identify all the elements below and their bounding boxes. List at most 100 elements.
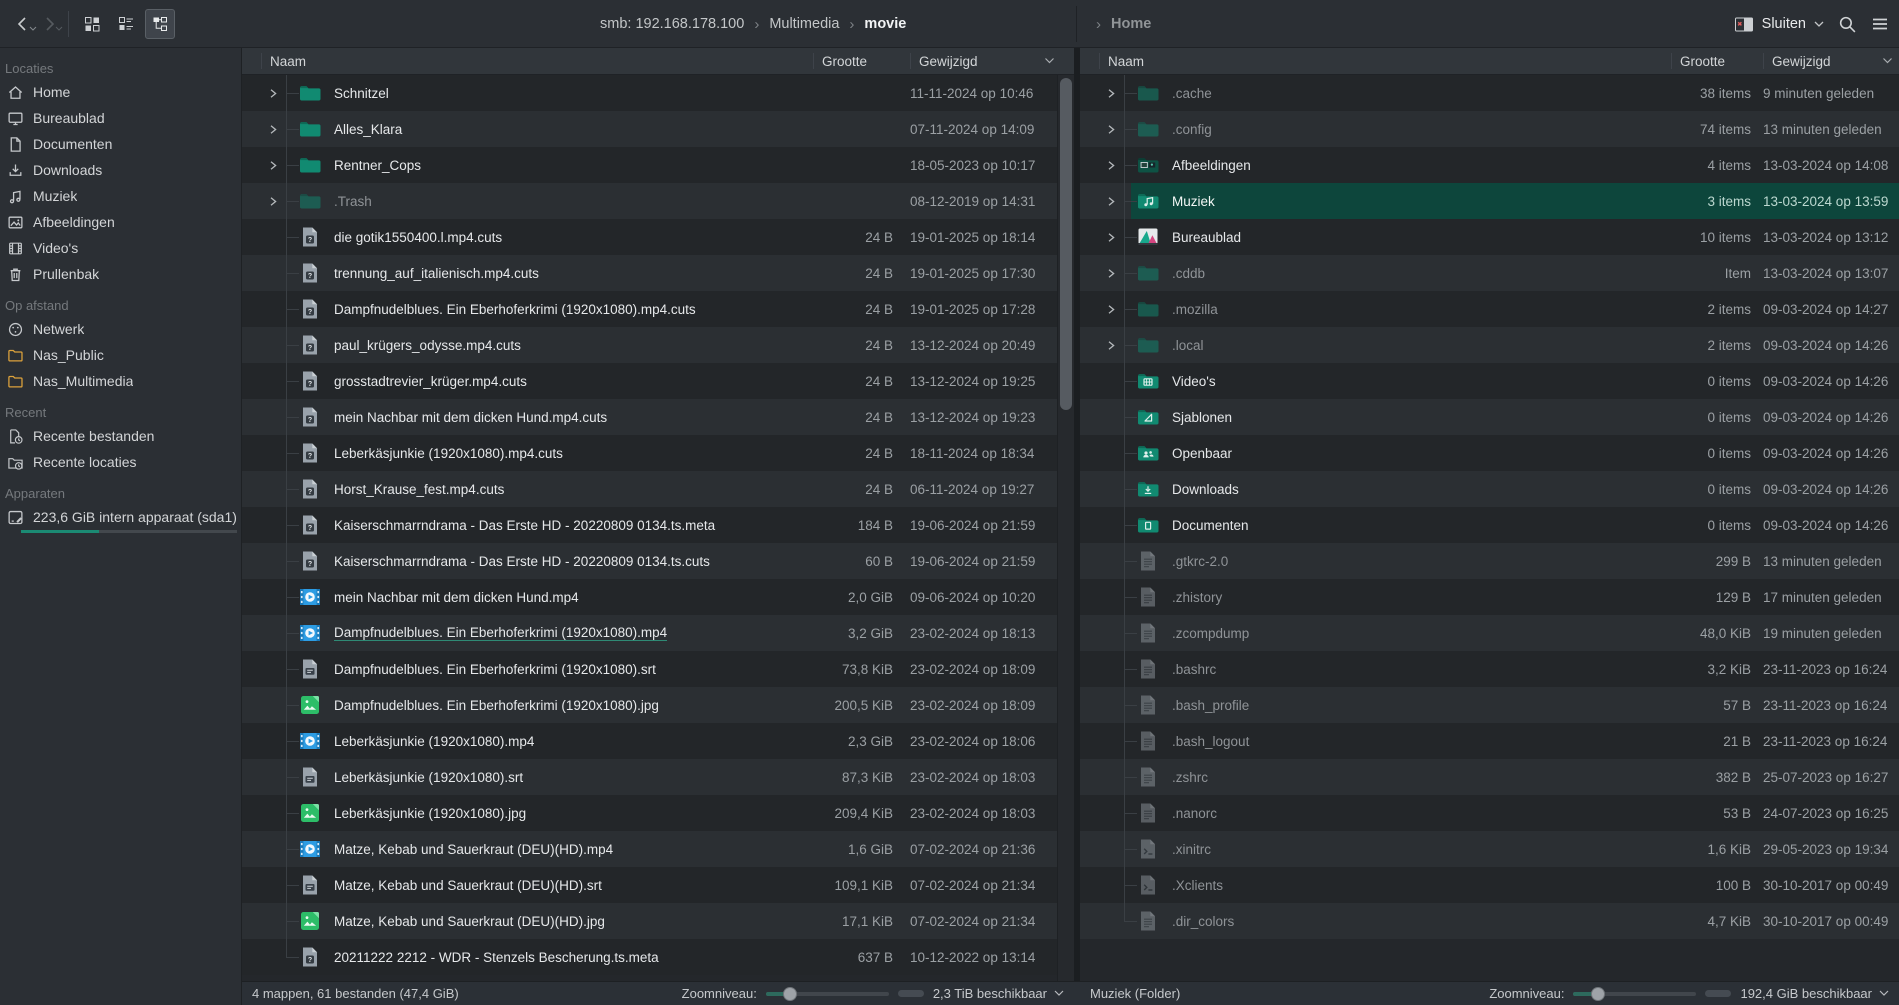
file-row[interactable]: .bashrc3,2 KiB23-11-2023 op 16:24 xyxy=(1080,651,1899,687)
close-split-view-button[interactable]: Sluiten xyxy=(1734,15,1824,34)
zoom-slider-handle[interactable] xyxy=(1591,987,1605,1001)
file-row[interactable]: Matze, Kebab und Sauerkraut (DEU)(HD).jp… xyxy=(242,903,1057,939)
file-size: 3,2 GiB xyxy=(813,626,893,641)
column-header-name[interactable]: Naam xyxy=(262,54,813,69)
sidebar-item-nas-multimedia[interactable]: Nas_Multimedia xyxy=(0,368,241,394)
column-header: Naam Grootte Gewijzigd xyxy=(242,48,1074,75)
file-row[interactable]: ?Kaiserschmarrndrama - Das Erste HD - 20… xyxy=(242,507,1057,543)
file-row[interactable]: Matze, Kebab und Sauerkraut (DEU)(HD).sr… xyxy=(242,867,1057,903)
zoom-slider[interactable] xyxy=(766,992,889,996)
file-row[interactable]: Leberkäsjunkie (1920x1080).mp42,3 GiB23-… xyxy=(242,723,1057,759)
sidebar-item-nas-public[interactable]: Nas_Public xyxy=(0,342,241,368)
column-header-modified[interactable]: Gewijzigd xyxy=(1763,53,1899,69)
file-row[interactable]: mein Nachbar mit dem dicken Hund.mp42,0 … xyxy=(242,579,1057,615)
file-row[interactable]: Video's0 items09-03-2024 op 14:26 xyxy=(1080,363,1899,399)
sidebar-item-downloads[interactable]: Downloads xyxy=(0,157,241,183)
breadcrumb-segment-current[interactable]: movie xyxy=(864,16,906,32)
file-row[interactable]: .Xclients100 B30-10-2017 op 00:49 xyxy=(1080,867,1899,903)
sidebar-item-label: Bureaublad xyxy=(33,110,105,126)
sidebar-item-223-6-gib-intern-apparaat-sda1-[interactable]: 223,6 GiB intern apparaat (sda1) xyxy=(0,504,241,530)
file-row[interactable]: Afbeeldingen4 items13-03-2024 op 14:08 xyxy=(1080,147,1899,183)
file-row[interactable]: Schnitzel11-11-2024 op 10:46 xyxy=(242,75,1057,111)
file-row[interactable]: Muziek3 items13-03-2024 op 13:59 xyxy=(1080,183,1899,219)
file-row[interactable]: Matze, Kebab und Sauerkraut (DEU)(HD).mp… xyxy=(242,831,1057,867)
file-row[interactable]: .zshrc382 B25-07-2023 op 16:27 xyxy=(1080,759,1899,795)
column-header-size[interactable]: Grootte xyxy=(813,53,893,69)
forward-button[interactable] xyxy=(36,8,62,40)
file-row[interactable]: ?die gotik1550400.l.mp4.cuts24 B19-01-20… xyxy=(242,219,1057,255)
column-header-modified[interactable]: Gewijzigd xyxy=(910,53,1057,69)
sidebar-item-recente-bestanden[interactable]: Recente bestanden xyxy=(0,423,241,449)
sidebar-item-netwerk[interactable]: Netwerk xyxy=(0,316,241,342)
column-header-size[interactable]: Grootte xyxy=(1671,53,1751,69)
file-date: 19 minuten geleden xyxy=(1763,626,1899,641)
search-button[interactable] xyxy=(1838,15,1857,34)
sidebar-item-bureaublad[interactable]: Bureaublad xyxy=(0,105,241,131)
file-row[interactable]: ?20211222 2212 - WDR - Stenzels Bescheru… xyxy=(242,939,1057,975)
file-row[interactable]: .dir_colors4,7 KiB30-10-2017 op 00:49 xyxy=(1080,903,1899,939)
file-name: Matze, Kebab und Sauerkraut (DEU)(HD).mp… xyxy=(334,842,613,857)
file-row[interactable]: Alles_Klara07-11-2024 op 14:09 xyxy=(242,111,1057,147)
sidebar-item-prullenbak[interactable]: Prullenbak xyxy=(0,261,241,287)
file-row[interactable]: ?Horst_Krause_fest.mp4.cuts24 B06-11-202… xyxy=(242,471,1057,507)
forward-history-chevron-icon[interactable] xyxy=(55,20,63,35)
file-date: 13-12-2024 op 19:25 xyxy=(910,374,1057,389)
sidebar-item-home[interactable]: Home xyxy=(0,79,241,105)
file-row[interactable]: Dampfnudelblues. Ein Eberhoferkrimi (192… xyxy=(242,615,1057,651)
file-row[interactable]: .nanorc53 B24-07-2023 op 16:25 xyxy=(1080,795,1899,831)
file-row[interactable]: Dampfnudelblues. Ein Eberhoferkrimi (192… xyxy=(242,687,1057,723)
file-row[interactable]: Documenten0 items09-03-2024 op 14:26 xyxy=(1080,507,1899,543)
zoom-slider-handle[interactable] xyxy=(783,987,797,1001)
file-row[interactable]: Downloads0 items09-03-2024 op 14:26 xyxy=(1080,471,1899,507)
sidebar-item-afbeeldingen[interactable]: Afbeeldingen xyxy=(0,209,241,235)
column-header-name[interactable]: Naam xyxy=(1100,54,1671,69)
file-row[interactable]: Sjablonen0 items09-03-2024 op 14:26 xyxy=(1080,399,1899,435)
breadcrumb-segment[interactable]: Multimedia xyxy=(769,16,839,32)
zoom-slider[interactable] xyxy=(1573,992,1696,996)
back-button[interactable] xyxy=(10,8,36,40)
file-row[interactable]: .xinitrc1,6 KiB29-05-2023 op 19:34 xyxy=(1080,831,1899,867)
file-row[interactable]: .mozilla2 items09-03-2024 op 14:27 xyxy=(1080,291,1899,327)
file-row[interactable]: .Trash08-12-2019 op 14:31 xyxy=(242,183,1057,219)
file-row[interactable]: .zhistory129 B17 minuten geleden xyxy=(1080,579,1899,615)
file-name: Horst_Krause_fest.mp4.cuts xyxy=(334,482,504,497)
file-row[interactable]: .cddbItem13-03-2024 op 13:07 xyxy=(1080,255,1899,291)
file-row[interactable]: .config74 items13 minuten geleden xyxy=(1080,111,1899,147)
file-row[interactable]: .zcompdump48,0 KiB19 minuten geleden xyxy=(1080,615,1899,651)
file-row[interactable]: ?trennung_auf_italienisch.mp4.cuts24 B19… xyxy=(242,255,1057,291)
file-row[interactable]: .bash_profile57 B23-11-2023 op 16:24 xyxy=(1080,687,1899,723)
file-row[interactable]: ?paul_krügers_odysse.mp4.cuts24 B13-12-2… xyxy=(242,327,1057,363)
sidebar-item-video-s[interactable]: Video's xyxy=(0,235,241,261)
scrollbar-handle[interactable] xyxy=(1060,78,1072,410)
file-row[interactable]: ?grosstadtrevier_krüger.mp4.cuts24 B13-1… xyxy=(242,363,1057,399)
free-space-button[interactable]: 192,4 GiB beschikbaar xyxy=(1740,986,1889,1001)
file-row[interactable]: ?Kaiserschmarrndrama - Das Erste HD - 20… xyxy=(242,543,1057,579)
menu-button[interactable] xyxy=(1871,15,1889,33)
file-row[interactable]: Leberkäsjunkie (1920x1080).jpg209,4 KiB2… xyxy=(242,795,1057,831)
icons-view-button[interactable] xyxy=(77,9,107,39)
file-row[interactable]: Leberkäsjunkie (1920x1080).srt87,3 KiB23… xyxy=(242,759,1057,795)
file-row[interactable]: Rentner_Cops18-05-2023 op 10:17 xyxy=(242,147,1057,183)
file-row[interactable]: Dampfnudelblues. Ein Eberhoferkrimi (192… xyxy=(242,651,1057,687)
breadcrumb-segment-current[interactable]: Home xyxy=(1111,16,1151,32)
file-row[interactable]: ?Dampfnudelblues. Ein Eberhoferkrimi (19… xyxy=(242,291,1057,327)
file-date: 23-11-2023 op 16:24 xyxy=(1763,698,1899,713)
zoom-label: Zoomniveau: xyxy=(682,986,757,1001)
sidebar-item-recente-locaties[interactable]: Recente locaties xyxy=(0,449,241,475)
file-row[interactable]: .gtkrc-2.0299 B13 minuten geleden xyxy=(1080,543,1899,579)
breadcrumb-segment[interactable]: smb: 192.168.178.100 xyxy=(600,16,744,32)
vertical-scrollbar[interactable] xyxy=(1057,75,1074,981)
file-date: 07-02-2024 op 21:34 xyxy=(910,878,1057,893)
sidebar-item-documenten[interactable]: Documenten xyxy=(0,131,241,157)
free-space-button[interactable]: 2,3 TiB beschikbaar xyxy=(933,986,1064,1001)
file-row[interactable]: .cache38 items9 minuten geleden xyxy=(1080,75,1899,111)
details-view-button[interactable] xyxy=(111,9,141,39)
file-row[interactable]: ?mein Nachbar mit dem dicken Hund.mp4.cu… xyxy=(242,399,1057,435)
file-row[interactable]: ?Leberkäsjunkie (1920x1080).mp4.cuts24 B… xyxy=(242,435,1057,471)
file-row[interactable]: .local2 items09-03-2024 op 14:26 xyxy=(1080,327,1899,363)
file-row[interactable]: Bureaublad10 items13-03-2024 op 13:12 xyxy=(1080,219,1899,255)
file-row[interactable]: Openbaar0 items09-03-2024 op 14:26 xyxy=(1080,435,1899,471)
file-row[interactable]: .bash_logout21 B23-11-2023 op 16:24 xyxy=(1080,723,1899,759)
tree-view-button[interactable] xyxy=(145,9,175,39)
sidebar-item-muziek[interactable]: Muziek xyxy=(0,183,241,209)
